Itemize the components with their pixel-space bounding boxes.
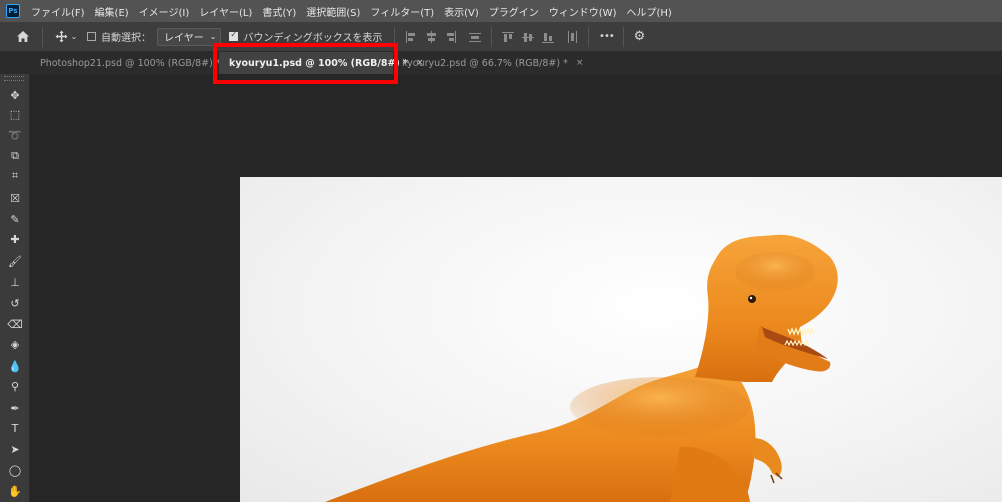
crop-icon: ⌗	[11, 169, 19, 182]
blur-icon: 💧	[8, 359, 22, 373]
divider	[588, 26, 590, 47]
type-icon: T	[11, 421, 19, 435]
dinosaur-figure-image	[325, 234, 838, 502]
eyedropper-icon: ✎	[10, 212, 20, 226]
frame-icon: ☒	[10, 191, 20, 205]
align-left-edges-icon[interactable]	[405, 30, 417, 43]
close-icon[interactable]: ×	[576, 58, 584, 68]
healing-brush-tool[interactable]: ✚	[5, 230, 25, 248]
menu-view[interactable]: 表示(V)	[439, 4, 484, 19]
tab-kyouryu2[interactable]: kyouryu2.psd @ 66.7% (RGB/8#) * ×	[392, 52, 583, 74]
dodge-tool[interactable]: ⚲	[5, 377, 25, 395]
marquee-icon: ⬚	[9, 107, 21, 121]
object-select-tool[interactable]: ⧉	[5, 147, 25, 165]
healing-brush-icon: ✚	[10, 232, 20, 246]
document-tab-bar: Photoshop21.psd @ 100% (RGB/8#) * × kyou…	[0, 52, 1002, 74]
divider	[623, 26, 625, 47]
distribute-vertical-icon[interactable]	[469, 31, 482, 43]
brush-tool[interactable]: 🖌	[5, 252, 25, 270]
auto-select-dropdown[interactable]: レイヤー ⌄	[157, 27, 222, 46]
blur-tool[interactable]: 💧	[5, 357, 25, 375]
bounding-box-checkbox[interactable]	[229, 30, 239, 41]
move-tool[interactable]: ✥	[5, 86, 25, 104]
tab-title: Photoshop21.psd @ 100% (RGB/8#) *	[40, 57, 221, 69]
marquee-tool[interactable]: ⬚	[5, 105, 25, 123]
clone-stamp-tool[interactable]: ⊥	[5, 273, 25, 291]
history-brush-icon: ↺	[10, 296, 20, 310]
menu-select[interactable]: 選択範囲(S)	[301, 4, 365, 19]
eraser-tool[interactable]: ⌫	[5, 315, 25, 333]
tab-photoshop21[interactable]: Photoshop21.psd @ 100% (RGB/8#) * ×	[30, 52, 236, 74]
menu-image[interactable]: イメージ(I)	[134, 4, 195, 19]
chevron-down-icon: ⌄	[209, 32, 217, 41]
pen-icon: ✒	[10, 401, 20, 415]
more-options-icon[interactable]: •••	[595, 27, 617, 47]
divider	[42, 26, 43, 47]
pen-tool[interactable]: ✒	[5, 399, 25, 417]
hand-icon: ✋	[8, 484, 22, 498]
home-icon[interactable]	[14, 27, 32, 47]
ellipse-tool[interactable]: ◯	[5, 461, 25, 479]
align-vertical-centers-icon[interactable]	[522, 31, 535, 43]
history-brush-tool[interactable]: ↺	[5, 294, 25, 312]
bounding-box-label: バウンディングボックスを表示	[243, 33, 383, 44]
menu-file[interactable]: ファイル(F)	[26, 4, 90, 19]
lasso-tool[interactable]: ➰	[5, 126, 25, 144]
photoshop-logo-icon: Ps	[6, 4, 20, 18]
dodge-icon: ⚲	[10, 379, 20, 393]
brush-icon: 🖌	[8, 254, 22, 268]
align-horizontal-centers-icon[interactable]	[425, 30, 437, 43]
move-icon: ✥	[10, 88, 20, 102]
menu-window[interactable]: ウィンドウ(W)	[544, 4, 622, 19]
tab-title: kyouryu1.psd @ 100% (RGB/8#) *	[229, 57, 409, 69]
divider	[394, 26, 396, 47]
auto-select-label: 自動選択：	[101, 33, 151, 44]
align-right-edges-icon[interactable]	[445, 30, 457, 43]
tab-title: kyouryu2.psd @ 66.7% (RGB/8#) *	[402, 57, 568, 69]
document-canvas[interactable]	[240, 177, 1002, 502]
menu-help[interactable]: ヘルプ(H)	[621, 4, 676, 19]
gear-icon[interactable]: ⚙	[630, 27, 648, 47]
options-bar: ⌄ 自動選択： レイヤー ⌄ バウンディングボックスを表示 ••• ⚙	[0, 22, 1002, 52]
path-select-tool[interactable]: ➤	[5, 440, 25, 458]
menu-bar: Ps ファイル(F) 編集(E) イメージ(I) レイヤー(L) 書式(Y) 選…	[0, 0, 1002, 22]
distribute-horizontal-icon[interactable]	[566, 30, 578, 43]
paint-bucket-tool[interactable]: ◈	[5, 335, 25, 353]
menu-plugins[interactable]: プラグイン	[484, 4, 544, 19]
frame-tool[interactable]: ☒	[5, 189, 25, 207]
clone-stamp-icon: ⊥	[10, 275, 20, 289]
divider	[491, 26, 493, 47]
panel-grip[interactable]	[4, 76, 24, 81]
type-tool[interactable]: T	[5, 419, 25, 437]
eraser-icon: ⌫	[7, 317, 23, 331]
menu-filter[interactable]: フィルター(T)	[365, 4, 439, 19]
path-select-icon: ➤	[10, 442, 20, 456]
menu-edit[interactable]: 編集(E)	[90, 4, 134, 19]
align-top-edges-icon[interactable]	[502, 31, 515, 43]
lasso-icon: ➰	[8, 128, 22, 142]
crop-tool[interactable]: ⌗	[5, 167, 25, 185]
menu-type[interactable]: 書式(Y)	[257, 4, 301, 19]
move-icon[interactable]	[53, 27, 69, 47]
menu-layer[interactable]: レイヤー(L)	[194, 4, 257, 19]
ellipse-icon: ◯	[8, 463, 22, 477]
align-bottom-edges-icon[interactable]	[542, 31, 555, 43]
tools-panel: ✥ ⬚ ➰ ⧉ ⌗ ☒ ✎ ✚ 🖌 ⊥ ↺ ⌫ ◈ 💧 ⚲ ✒ T ➤ ◯ ✋	[0, 74, 30, 502]
hand-tool[interactable]: ✋	[5, 482, 25, 500]
auto-select-value: レイヤー	[164, 33, 204, 44]
auto-select-checkbox[interactable]	[87, 32, 96, 41]
tab-kyouryu1[interactable]: kyouryu1.psd @ 100% (RGB/8#) * ×	[219, 52, 424, 74]
eyedropper-tool[interactable]: ✎	[5, 210, 25, 228]
canvas-area[interactable]	[30, 74, 1002, 502]
chevron-down-icon[interactable]: ⌄	[69, 27, 79, 47]
object-select-icon: ⧉	[11, 149, 19, 162]
paint-bucket-icon: ◈	[10, 337, 20, 351]
